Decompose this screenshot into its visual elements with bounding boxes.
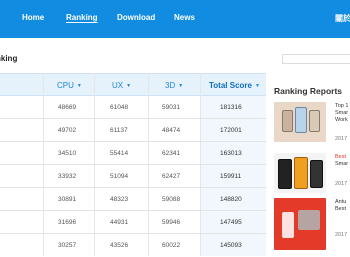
report-headline: Best Smar [335, 154, 348, 168]
nav-home[interactable]: Home [22, 13, 44, 22]
column-label-total-score: Total Score [209, 81, 252, 90]
table-row[interactable]: 48669 61048 59031 181316 [0, 96, 266, 119]
sort-caret-icon: ▼ [126, 83, 132, 89]
total-score: 145093 [220, 242, 242, 249]
report-line: Antu [335, 199, 347, 205]
report-line: Work [335, 117, 348, 123]
3d-score: 62427 [162, 173, 181, 180]
cpu-score: 34510 [58, 150, 77, 157]
table-header: CPU ▼ UX ▼ 3D ▼ Total Score ▼ [0, 73, 266, 96]
ux-score: 61048 [110, 104, 129, 111]
total-score: 147495 [220, 219, 242, 226]
column-header-total-score[interactable]: Total Score ▼ [209, 81, 260, 90]
cpu-score: 49702 [58, 127, 77, 134]
report-line: Top 1 [335, 103, 349, 109]
report-date: 2017 [335, 181, 348, 187]
ux-score: 55414 [110, 150, 129, 157]
total-score: 172001 [220, 127, 242, 134]
ux-score: 48323 [110, 196, 129, 203]
column-label-ux: UX [112, 81, 124, 90]
3d-score: 60022 [162, 242, 181, 249]
cpu-score: 33932 [58, 173, 77, 180]
table-row[interactable]: 31696 44931 59946 147495 [0, 211, 266, 234]
report-line: Best [335, 154, 347, 160]
3d-score: 59031 [162, 104, 181, 111]
total-score: 159911 [220, 173, 242, 180]
report-line: Smar [335, 161, 349, 167]
report-date: 2017 [335, 232, 348, 238]
table-row[interactable]: 30891 48323 59088 148820 [0, 188, 266, 211]
report-line: Best [335, 206, 347, 212]
table-row[interactable]: 49702 61137 48474 172001 [0, 119, 266, 142]
report-thumbnail-phones [274, 153, 326, 193]
report-item[interactable]: Antu Best 2017 [274, 198, 350, 250]
3d-score: 48474 [162, 127, 181, 134]
sort-caret-icon: ▼ [254, 83, 260, 89]
total-score: 181316 [220, 104, 242, 111]
cpu-score: 30257 [58, 242, 77, 249]
total-score: 148820 [220, 196, 242, 203]
nav-download[interactable]: Download [117, 13, 155, 22]
cpu-score: 31696 [58, 219, 77, 226]
table-row[interactable]: 33932 51094 62427 159911 [0, 165, 266, 188]
ux-score: 61137 [110, 127, 128, 134]
nav-about[interactable]: 關於 [335, 13, 350, 24]
column-header-3d[interactable]: 3D ▼ [165, 81, 183, 90]
nav-news[interactable]: News [174, 13, 195, 22]
column-header-ux[interactable]: UX ▼ [112, 81, 131, 90]
total-score: 163013 [220, 150, 242, 157]
3d-score: 62341 [162, 150, 181, 157]
ux-score: 51094 [110, 173, 129, 180]
ux-score: 43526 [110, 242, 129, 249]
3d-score: 59088 [162, 196, 181, 203]
column-label-3d: 3D [165, 81, 176, 90]
top-navbar: Home Ranking Download News 關於 [0, 0, 350, 38]
report-date: 2017 [335, 136, 348, 142]
sort-caret-icon: ▼ [76, 83, 82, 89]
sidebar-search-input[interactable] [282, 54, 350, 64]
ux-score: 44931 [110, 219, 129, 226]
nav-ranking[interactable]: Ranking [66, 13, 98, 22]
cpu-score: 48669 [58, 104, 77, 111]
report-item[interactable]: Best Smar 2017 [274, 153, 350, 193]
report-thumbnail-phones [274, 102, 326, 142]
column-header-cpu[interactable]: CPU ▼ [57, 81, 82, 90]
report-thumbnail-antutu [274, 198, 326, 250]
report-item[interactable]: Top 1 Smar Work 2017 [274, 102, 350, 142]
ranking-reports-title: Ranking Reports [274, 86, 343, 96]
table-row[interactable]: 30257 43526 60022 145093 [0, 234, 266, 257]
report-line: Smar [335, 110, 349, 116]
report-headline: Top 1 Smar Work [335, 103, 348, 124]
table-row[interactable]: 34510 55414 62341 163013 [0, 142, 266, 165]
page-title: nking [0, 54, 18, 63]
cpu-score: 30891 [58, 196, 77, 203]
report-headline: Antu Best [335, 199, 346, 213]
column-label-cpu: CPU [57, 81, 74, 90]
3d-score: 59946 [162, 219, 181, 226]
sort-caret-icon: ▼ [178, 83, 184, 89]
